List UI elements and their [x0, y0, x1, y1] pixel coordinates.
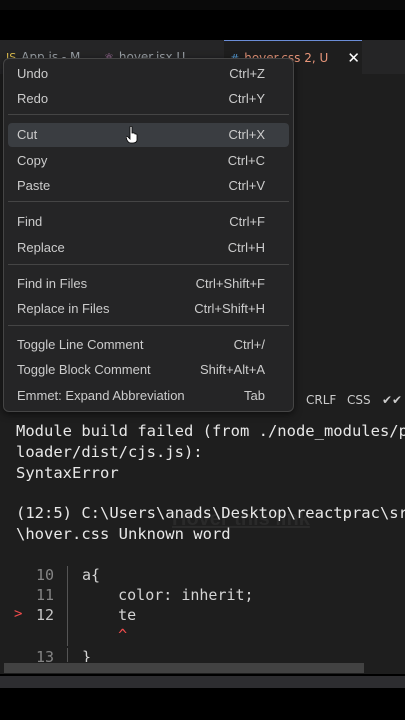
error-caret: ^ — [82, 626, 128, 644]
gutter-guide — [67, 586, 68, 606]
code-text: color: inherit; — [82, 586, 254, 604]
menu-item-shortcut: Ctrl+V — [228, 178, 265, 193]
menu-item-replace-in-files[interactable]: Replace in Files Ctrl+Shift+H — [8, 297, 289, 321]
code-frame-row: 10 a{ — [0, 566, 405, 586]
error-overlay-panel: Module build failed (from ./node_modules… — [0, 412, 405, 670]
error-message-line: Module build failed (from ./node_modules… — [16, 422, 405, 440]
menu-item-label: Replace — [17, 240, 65, 255]
code-frame-row: ^ — [0, 626, 405, 646]
menu-item-redo[interactable]: Redo Ctrl+Y — [8, 87, 289, 111]
status-prettier[interactable]: ✔✔ P — [382, 393, 405, 407]
close-icon[interactable]: ✕ — [347, 41, 360, 75]
menu-item-toggle-block-comment[interactable]: Toggle Block Comment Shift+Alt+A — [8, 358, 289, 382]
error-message-line: SyntaxError — [16, 464, 119, 482]
menu-item-shortcut: Ctrl+Y — [228, 91, 265, 106]
menu-item-toggle-line-comment[interactable]: Toggle Line Comment Ctrl+/ — [8, 333, 289, 357]
line-number: 12 — [35, 606, 54, 624]
menu-item-replace[interactable]: Replace Ctrl+H — [8, 236, 289, 260]
code-text: te — [82, 606, 137, 624]
menu-item-shortcut: Ctrl+F — [229, 214, 265, 229]
gutter-guide — [67, 606, 68, 626]
line-number: 11 — [35, 586, 54, 604]
menu-item-find-in-files[interactable]: Find in Files Ctrl+Shift+F — [8, 272, 289, 296]
menu-item-shortcut: Ctrl+Shift+H — [194, 301, 265, 316]
menu-item-find[interactable]: Find Ctrl+F — [8, 210, 289, 234]
code-text: a{ — [82, 566, 101, 584]
error-marker-icon: > — [14, 606, 23, 622]
horizontal-scrollbar[interactable] — [0, 662, 405, 674]
menu-item-label: Redo — [17, 91, 49, 106]
menu-separator — [8, 325, 289, 326]
menu-item-label: Copy — [17, 153, 48, 168]
context-menu: Undo Ctrl+Z Redo Ctrl+Y Cut Ctrl+X Copy … — [3, 58, 294, 412]
window-frame-top — [0, 0, 405, 10]
error-location-line: \hover.css Unknown word — [16, 525, 231, 543]
gutter-guide — [67, 626, 68, 646]
menu-item-label: Toggle Block Comment — [17, 362, 151, 377]
menu-item-shortcut: Ctrl+Z — [229, 66, 265, 81]
status-language[interactable]: CSS — [347, 393, 371, 407]
menu-item-label: Emmet: Expand Abbreviation — [17, 388, 185, 403]
menu-item-copy[interactable]: Copy Ctrl+C — [8, 149, 289, 173]
menu-item-label: Replace in Files — [17, 301, 110, 316]
menu-item-shortcut: Tab — [244, 388, 265, 403]
code-frame-row-error: > 12 te — [0, 606, 405, 626]
mouse-pointer-icon — [126, 126, 138, 144]
menu-item-shortcut: Ctrl+H — [227, 240, 265, 255]
menu-item-shortcut: Ctrl+/ — [233, 337, 265, 352]
status-eol[interactable]: CRLF — [306, 393, 336, 407]
code-frame-row: 11 color: inherit; — [0, 586, 405, 606]
menu-item-emmet-expand[interactable]: Emmet: Expand Abbreviation Tab — [8, 384, 289, 408]
menu-item-label: Find — [17, 214, 43, 229]
scrollbar-thumb[interactable] — [4, 663, 364, 673]
menu-item-shortcut: Ctrl+Shift+F — [195, 276, 265, 291]
taskbar-strip — [0, 676, 405, 688]
menu-item-label: Find in Files — [17, 276, 88, 291]
line-number: 10 — [35, 566, 54, 584]
menu-item-label: Toggle Line Comment — [17, 337, 144, 352]
menu-item-label: Cut — [17, 127, 38, 142]
menu-item-shortcut: Shift+Alt+A — [199, 362, 265, 377]
menu-item-label: Undo — [17, 66, 49, 81]
menu-item-label: Paste — [17, 178, 51, 193]
menu-item-cut[interactable]: Cut Ctrl+X — [8, 123, 289, 147]
menu-item-undo[interactable]: Undo Ctrl+Z — [8, 62, 289, 86]
menu-item-shortcut: Ctrl+C — [227, 153, 265, 168]
menu-separator — [8, 201, 289, 202]
gutter-guide — [67, 566, 68, 586]
error-message-line: loader/dist/cjs.js): — [16, 443, 203, 461]
menu-item-shortcut: Ctrl+X — [228, 127, 265, 142]
menu-separator — [8, 264, 289, 265]
error-location-line: (12:5) C:\Users\anads\Desktop\reactprac\… — [16, 504, 405, 522]
menu-item-paste[interactable]: Paste Ctrl+V — [8, 174, 289, 198]
menu-separator — [8, 114, 289, 115]
